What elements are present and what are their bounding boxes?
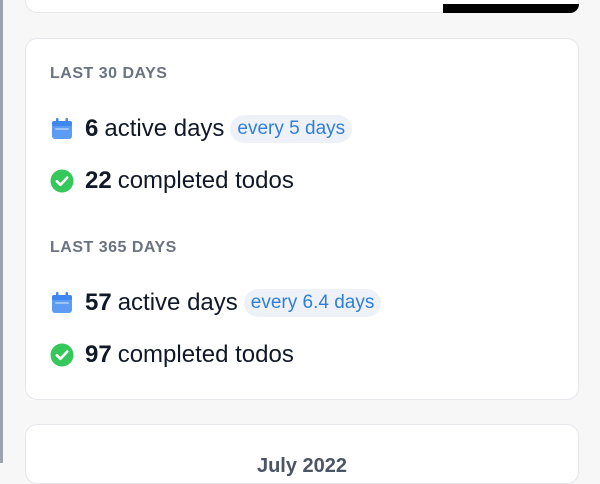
section-label-last-365-days: LAST 365 DAYS (50, 239, 177, 256)
completed-todos-label: completed todos (117, 167, 294, 194)
left-divider (0, 0, 3, 463)
calendar-icon (50, 291, 74, 315)
stat-completed-todos-365: 97 completed todos (50, 339, 294, 371)
frequency-badge: every 5 days (230, 115, 353, 143)
previous-card (25, 0, 579, 13)
check-circle-icon (50, 169, 74, 193)
completed-todos-label: completed todos (117, 341, 294, 368)
frequency-badge: every 6.4 days (243, 289, 382, 317)
stat-active-days-30: 6 active days every 5 days (50, 113, 353, 145)
calendar-icon (50, 117, 74, 141)
section-label-last-30-days: LAST 30 DAYS (50, 65, 168, 82)
previous-card-button[interactable] (443, 4, 579, 13)
active-days-label: active days (117, 289, 238, 316)
active-days-count: 6 (85, 115, 99, 142)
calendar-month-title: July 2022 (256, 455, 348, 477)
calendar-card: July 2022 (25, 424, 579, 484)
stats-card: LAST 30 DAYS 6 active days every 5 days … (25, 38, 579, 400)
active-days-count: 57 (85, 289, 112, 316)
active-days-label: active days (104, 115, 225, 142)
completed-todos-count: 97 (85, 341, 112, 368)
stat-completed-todos-30: 22 completed todos (50, 165, 294, 197)
stat-active-days-365: 57 active days every 6.4 days (50, 287, 382, 319)
check-circle-icon (50, 343, 74, 367)
completed-todos-count: 22 (85, 167, 112, 194)
